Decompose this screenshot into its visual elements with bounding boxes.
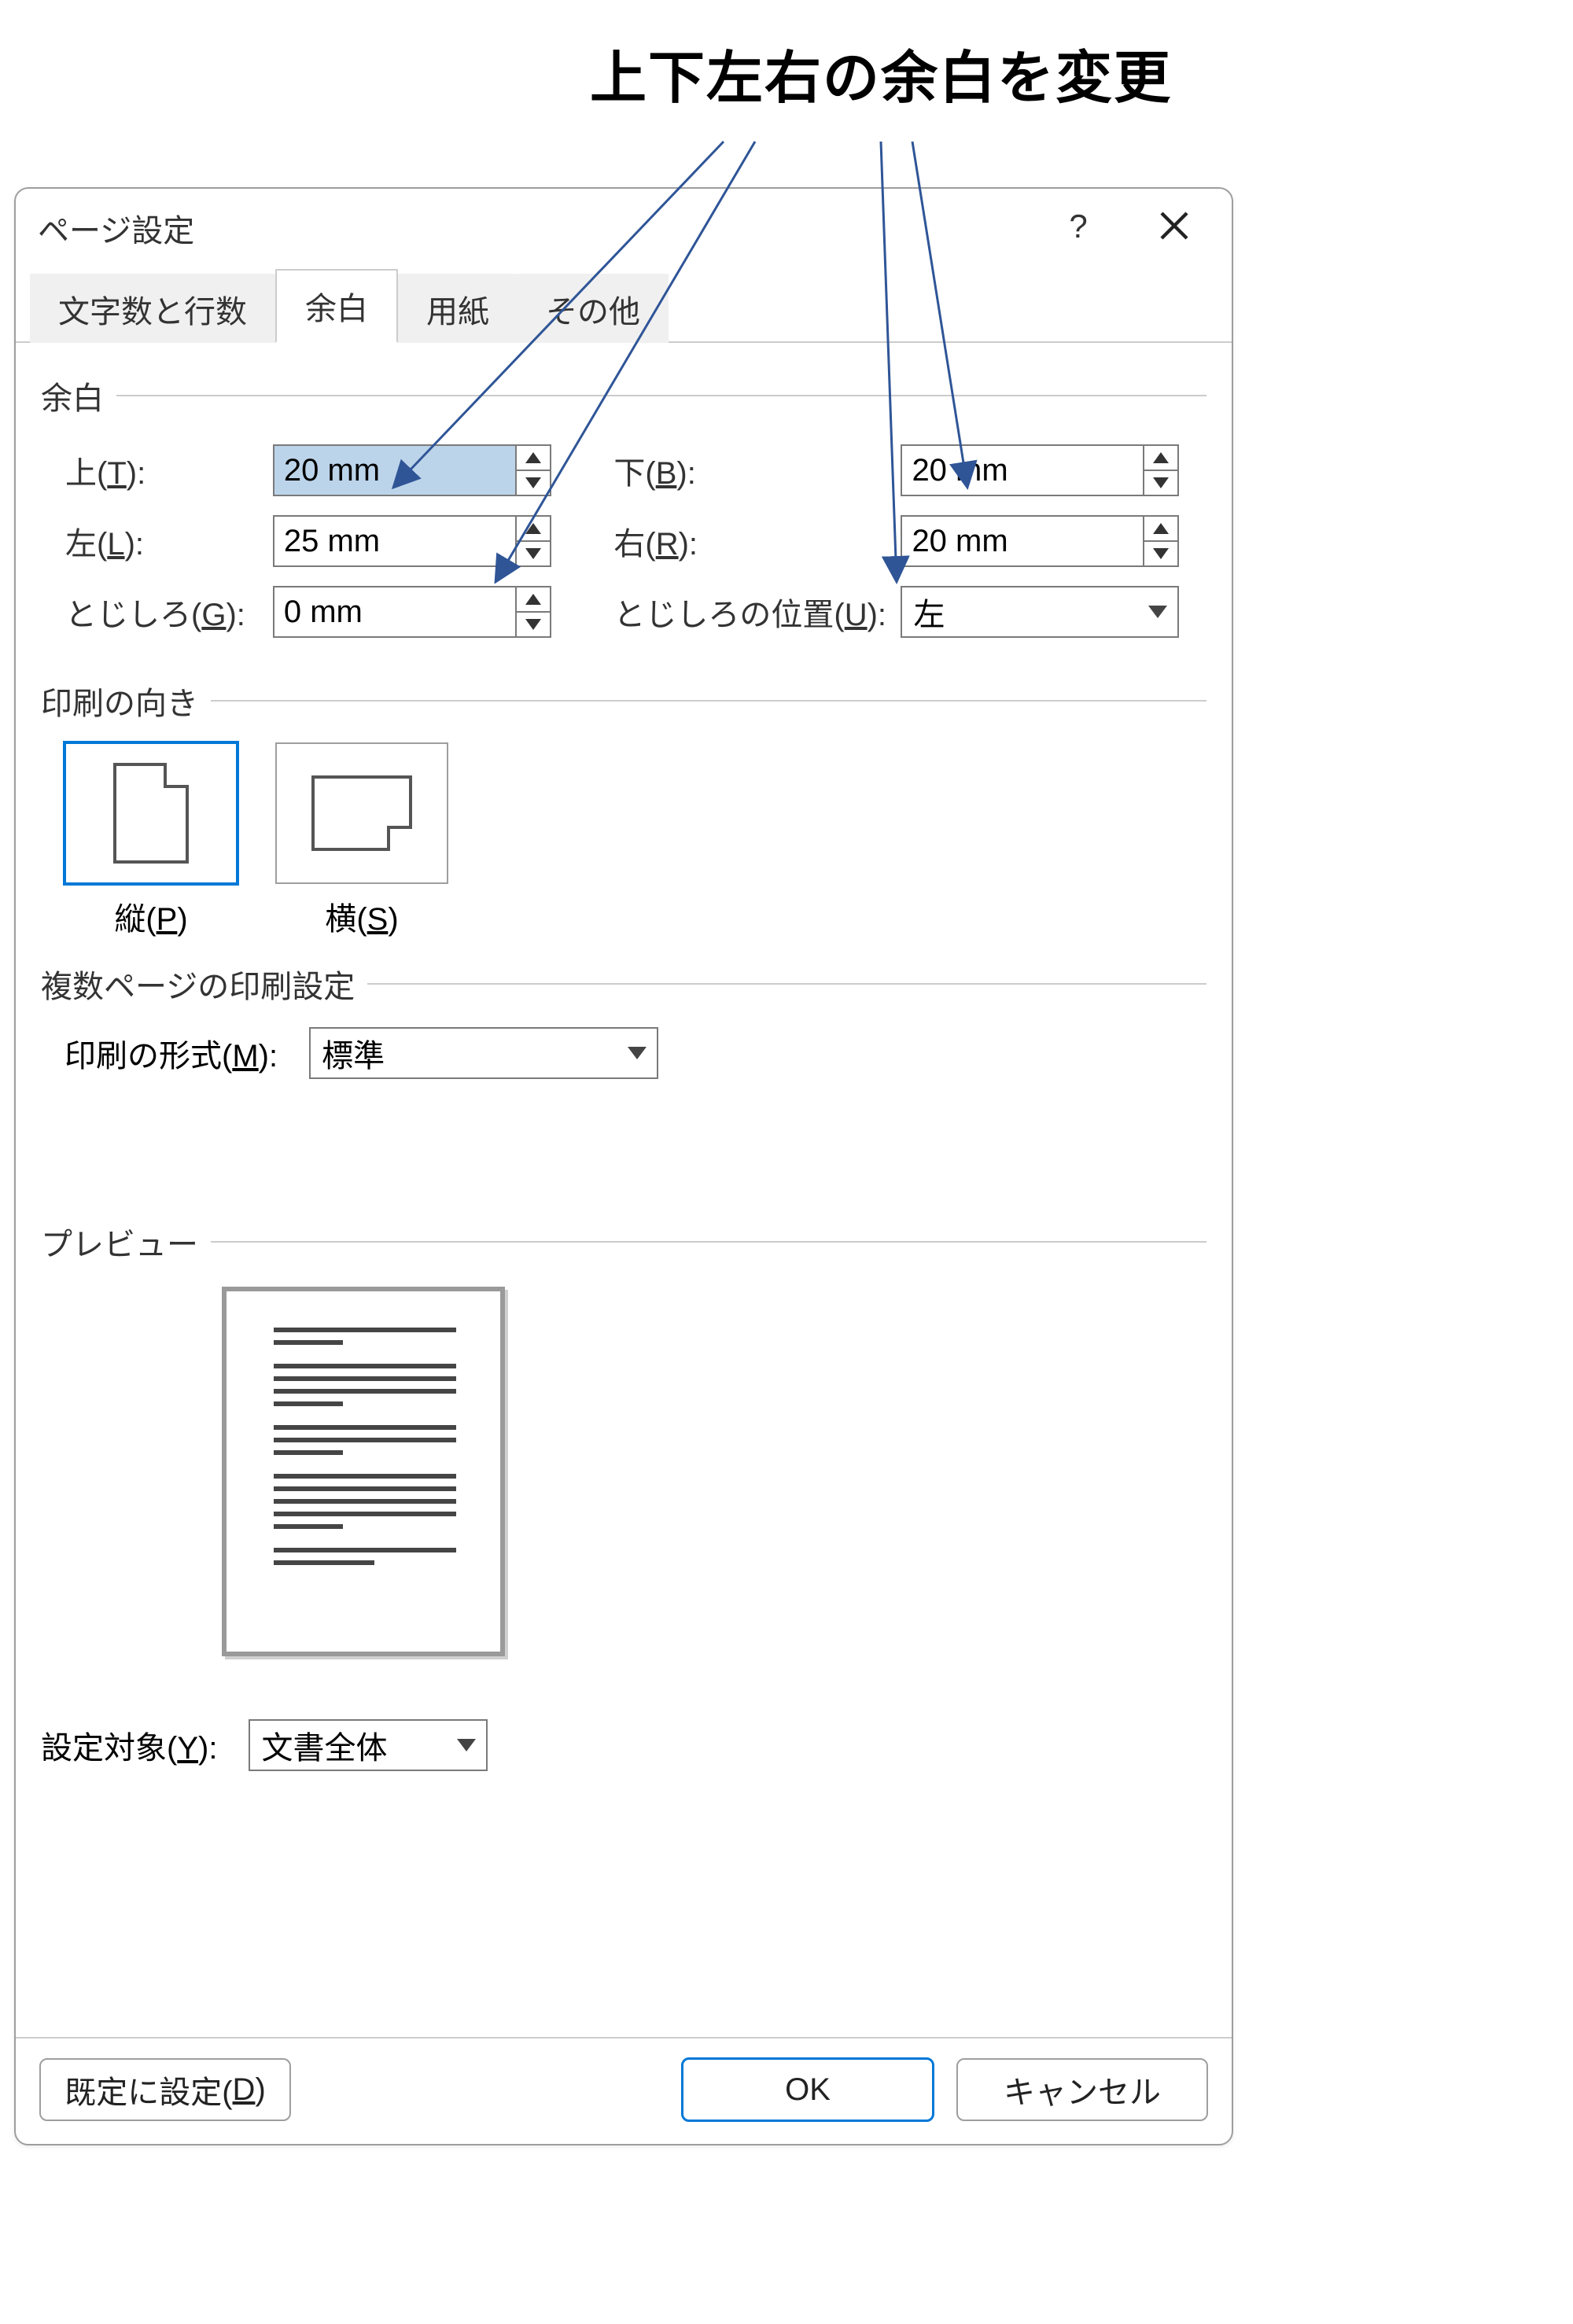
tab-paper[interactable]: 用紙 bbox=[398, 274, 518, 343]
rule-line bbox=[211, 1241, 1206, 1243]
preview-label-text: プレビュー bbox=[41, 1219, 198, 1265]
chevron-down-icon bbox=[1148, 606, 1167, 618]
gutter-up[interactable] bbox=[517, 587, 550, 611]
margin-top-label: 上(T): bbox=[64, 444, 272, 497]
triangle-up-icon bbox=[1153, 452, 1169, 463]
tab-chars-lines[interactable]: 文字数と行数 bbox=[30, 274, 275, 343]
margin-bottom-value[interactable]: 20 mm bbox=[902, 446, 1143, 495]
close-icon bbox=[1155, 207, 1193, 245]
margin-left-spinner[interactable]: 25 mm bbox=[273, 515, 551, 567]
gutter-pos-dropdown[interactable] bbox=[1138, 587, 1177, 636]
margin-left-up[interactable] bbox=[517, 517, 550, 540]
multipage-format-dropdown[interactable] bbox=[617, 1029, 657, 1077]
cancel-button[interactable]: キャンセル bbox=[956, 2058, 1208, 2121]
gutter-down[interactable] bbox=[517, 611, 550, 636]
margin-bottom-down[interactable] bbox=[1144, 470, 1177, 495]
orientation-landscape-button[interactable] bbox=[275, 742, 448, 884]
gutter-pos-combo[interactable]: 左 bbox=[901, 586, 1179, 638]
triangle-down-icon bbox=[525, 548, 541, 559]
margin-bottom-label: 下(B): bbox=[613, 444, 900, 497]
triangle-up-icon bbox=[525, 594, 541, 605]
triangle-up-icon bbox=[1153, 523, 1169, 534]
triangle-down-icon bbox=[525, 619, 541, 630]
gutter-spinner[interactable]: 0 mm bbox=[273, 586, 551, 638]
margin-right-up[interactable] bbox=[1144, 517, 1177, 540]
multipage-group-label: 複数ページの印刷設定 bbox=[41, 961, 1206, 1007]
set-default-button[interactable]: 既定に設定(D) bbox=[39, 2058, 291, 2121]
margin-top-spinner[interactable]: 20 mm bbox=[273, 444, 551, 496]
margin-bottom-up[interactable] bbox=[1144, 446, 1177, 470]
triangle-up-icon bbox=[525, 523, 541, 534]
gutter-pos-value: 左 bbox=[902, 584, 1138, 639]
multipage-label-text: 複数ページの印刷設定 bbox=[41, 961, 355, 1007]
close-button[interactable] bbox=[1139, 190, 1210, 261]
margin-left-value[interactable]: 25 mm bbox=[274, 517, 515, 565]
triangle-down-icon bbox=[1153, 477, 1169, 488]
margin-right-spinner[interactable]: 20 mm bbox=[901, 515, 1179, 567]
annotation-caption: 上下左右の余白を変更 bbox=[590, 31, 1172, 114]
multipage-format-label: 印刷の形式(M): bbox=[64, 1030, 278, 1076]
margins-label-text: 余白 bbox=[41, 373, 104, 418]
portrait-page-icon bbox=[113, 763, 189, 864]
ok-button[interactable]: OK bbox=[681, 2057, 934, 2122]
orientation-portrait-button[interactable] bbox=[64, 742, 238, 884]
apply-to-label: 設定対象(Y): bbox=[41, 1722, 217, 1768]
chevron-down-icon bbox=[457, 1739, 476, 1751]
tab-other[interactable]: その他 bbox=[518, 274, 669, 343]
margin-bottom-spinner[interactable]: 20 mm bbox=[901, 444, 1179, 496]
titlebar: ページ設定 ? bbox=[16, 189, 1232, 267]
preview-page-icon bbox=[222, 1287, 505, 1656]
gutter-label: とじしろ(G): bbox=[64, 585, 272, 639]
apply-to-dropdown[interactable] bbox=[447, 1721, 486, 1770]
apply-to-value: 文書全体 bbox=[250, 1718, 447, 1773]
orientation-group-label: 印刷の向き bbox=[41, 678, 1206, 724]
dialog-title: ページ設定 bbox=[38, 205, 194, 251]
margin-top-down[interactable] bbox=[517, 470, 550, 495]
rule-line bbox=[116, 395, 1206, 396]
margin-right-value[interactable]: 20 mm bbox=[902, 517, 1143, 565]
orientation-landscape-label: 横(S) bbox=[325, 893, 398, 939]
margin-right-down[interactable] bbox=[1144, 540, 1177, 565]
multipage-format-value: 標準 bbox=[311, 1026, 617, 1081]
tab-bar: 文字数と行数 余白 用紙 その他 bbox=[16, 278, 1232, 343]
gutter-value[interactable]: 0 mm bbox=[274, 587, 515, 636]
tab-margins[interactable]: 余白 bbox=[275, 269, 398, 343]
orientation-portrait-label: 縦(P) bbox=[114, 893, 187, 939]
help-button[interactable]: ? bbox=[1055, 203, 1102, 250]
rule-line bbox=[367, 983, 1206, 985]
margin-left-down[interactable] bbox=[517, 540, 550, 565]
triangle-down-icon bbox=[1153, 548, 1169, 559]
orientation-label-text: 印刷の向き bbox=[41, 678, 198, 724]
landscape-page-icon bbox=[311, 775, 412, 851]
page-setup-dialog: ページ設定 ? 文字数と行数 余白 用紙 その他 余白 bbox=[14, 187, 1233, 2145]
apply-to-combo[interactable]: 文書全体 bbox=[249, 1719, 488, 1771]
rule-line bbox=[211, 700, 1206, 702]
chevron-down-icon bbox=[628, 1047, 647, 1059]
margin-top-value[interactable]: 20 mm bbox=[274, 446, 515, 495]
multipage-format-combo[interactable]: 標準 bbox=[309, 1027, 658, 1079]
margins-group-label: 余白 bbox=[41, 373, 1206, 418]
margin-top-up[interactable] bbox=[517, 446, 550, 470]
gutter-pos-label: とじしろの位置(U): bbox=[613, 585, 900, 639]
dialog-footer: 既定に設定(D) OK キャンセル bbox=[16, 2037, 1232, 2144]
margin-left-label: 左(L): bbox=[64, 514, 272, 568]
triangle-down-icon bbox=[525, 477, 541, 488]
margin-right-label: 右(R): bbox=[613, 514, 900, 568]
triangle-up-icon bbox=[525, 452, 541, 463]
preview-group-label: プレビュー bbox=[41, 1219, 1206, 1265]
